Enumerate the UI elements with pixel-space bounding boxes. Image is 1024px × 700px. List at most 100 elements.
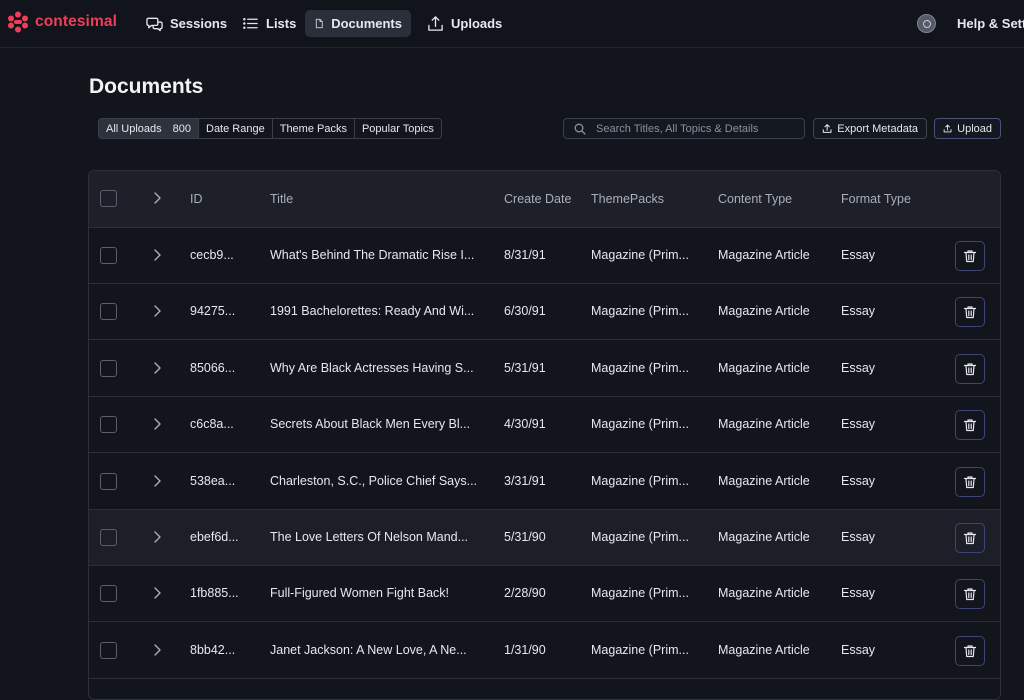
cell-create-date: 5/31/91 bbox=[504, 360, 546, 375]
table-row[interactable]: 538ea... Charleston, S.C., Police Chief S… bbox=[89, 454, 1000, 510]
document-icon bbox=[315, 18, 323, 29]
cell-title[interactable]: What's Behind The Dramatic Rise I... bbox=[270, 248, 474, 262]
row-checkbox[interactable] bbox=[100, 529, 117, 546]
delete-button[interactable] bbox=[955, 579, 985, 610]
col-header-id[interactable]: ID bbox=[190, 192, 203, 206]
trash-icon bbox=[963, 475, 977, 488]
tab-all-uploads-label: All Uploads bbox=[106, 122, 162, 135]
nav-uploads-label: Uploads bbox=[451, 16, 503, 31]
chevron-right-icon[interactable] bbox=[151, 643, 163, 657]
cell-title[interactable]: The Love Letters Of Nelson Mand... bbox=[270, 530, 468, 544]
chevron-right-icon[interactable] bbox=[151, 417, 163, 431]
delete-button[interactable] bbox=[955, 410, 985, 441]
cell-title[interactable]: 1991 Bachelorettes: Ready And Wi... bbox=[270, 304, 474, 318]
chevron-right-icon[interactable] bbox=[151, 474, 163, 488]
row-checkbox[interactable] bbox=[100, 247, 117, 264]
cell-create-date: 3/31/91 bbox=[504, 473, 546, 488]
col-header-content-type[interactable]: Content Type bbox=[718, 192, 792, 206]
delete-button[interactable] bbox=[955, 635, 985, 666]
user-icon bbox=[922, 19, 931, 28]
trash-icon bbox=[963, 588, 977, 601]
expand-all-chevron-icon[interactable] bbox=[151, 191, 163, 205]
nav-sessions[interactable]: Sessions bbox=[137, 10, 236, 37]
nav-uploads[interactable]: Uploads bbox=[418, 10, 511, 37]
search-input[interactable] bbox=[596, 122, 796, 135]
trash-icon bbox=[963, 532, 977, 545]
nav-sessions-label: Sessions bbox=[170, 16, 228, 31]
cell-title[interactable]: Janet Jackson: A New Love, A Ne... bbox=[270, 643, 467, 657]
upload-icon bbox=[428, 16, 443, 31]
cell-content-type: Magazine Article bbox=[718, 304, 810, 319]
table-row[interactable]: c6c8a... Secrets About Black Men Every Bl… bbox=[89, 397, 1000, 454]
cell-themepacks: Magazine (Prim... bbox=[591, 304, 689, 319]
cell-create-date: 4/30/91 bbox=[504, 417, 546, 432]
delete-button[interactable] bbox=[955, 241, 985, 271]
cell-create-date: 2/28/90 bbox=[504, 586, 546, 601]
table-row[interactable]: 85066... Why Are Black Actresses Having S… bbox=[89, 341, 1000, 397]
search-box[interactable] bbox=[563, 118, 805, 139]
col-header-format-type[interactable]: Format Type bbox=[841, 192, 911, 206]
contesimal-logo-icon bbox=[8, 11, 28, 33]
chevron-right-icon[interactable] bbox=[151, 530, 163, 544]
row-checkbox[interactable] bbox=[100, 416, 117, 434]
row-checkbox[interactable] bbox=[100, 585, 117, 603]
cell-title[interactable]: Charleston, S.C., Police Chief Says... bbox=[270, 474, 477, 488]
tab-date-range[interactable]: Date Range bbox=[199, 119, 273, 138]
table-row[interactable]: ebef6d... The Love Letters Of Nelson Mand… bbox=[89, 510, 1000, 566]
cell-title[interactable]: Secrets About Black Men Every Bl... bbox=[270, 417, 470, 431]
delete-button[interactable] bbox=[955, 523, 985, 553]
brand-name: contesimal bbox=[35, 13, 117, 30]
cell-create-date: 6/30/91 bbox=[504, 304, 546, 319]
tab-all-uploads[interactable]: All Uploads 800 bbox=[99, 119, 199, 138]
row-checkbox[interactable] bbox=[100, 359, 117, 377]
page-title: Documents bbox=[89, 75, 204, 98]
delete-button[interactable] bbox=[955, 466, 985, 497]
chevron-right-icon[interactable] bbox=[151, 361, 163, 375]
trash-icon bbox=[963, 250, 977, 263]
cell-id: 8bb42... bbox=[190, 642, 236, 657]
col-header-themepacks[interactable]: ThemePacks bbox=[591, 192, 664, 206]
export-metadata-label: Export Metadata bbox=[837, 122, 918, 135]
cell-themepacks: Magazine (Prim... bbox=[591, 642, 689, 657]
table-row[interactable]: 8bb42... Janet Jackson: A New Love, A Ne.… bbox=[89, 623, 1000, 679]
cell-create-date: 8/31/91 bbox=[504, 248, 546, 262]
select-all-checkbox[interactable] bbox=[100, 190, 117, 207]
col-header-title[interactable]: Title bbox=[270, 192, 293, 206]
search-icon bbox=[574, 123, 586, 135]
cell-title[interactable]: Why Are Black Actresses Having S... bbox=[270, 361, 474, 375]
chevron-right-icon[interactable] bbox=[151, 248, 163, 262]
table-row[interactable]: 94275... 1991 Bachelorettes: Ready And Wi… bbox=[89, 284, 1000, 341]
table-row[interactable]: cecb9... What's Behind The Dramatic Rise … bbox=[89, 228, 1000, 284]
export-metadata-button[interactable]: Export Metadata bbox=[813, 118, 927, 139]
documents-table: ID Title Create Date ThemePacks Content … bbox=[88, 170, 1001, 700]
upload-button[interactable]: Upload bbox=[934, 118, 1001, 139]
trash-icon bbox=[963, 306, 977, 319]
cell-format-type: Essay bbox=[841, 248, 876, 262]
row-checkbox[interactable] bbox=[100, 303, 117, 321]
tab-popular-topics[interactable]: Popular Topics bbox=[355, 119, 441, 138]
delete-button[interactable] bbox=[955, 353, 985, 384]
cell-title[interactable]: Full-Figured Women Fight Back! bbox=[270, 586, 449, 600]
cell-content-type: Magazine Article bbox=[718, 473, 810, 488]
cell-format-type: Essay bbox=[841, 586, 876, 601]
row-checkbox[interactable] bbox=[100, 472, 117, 490]
cell-format-type: Essay bbox=[841, 473, 876, 488]
table-row[interactable]: 1fb885... Full-Figured Women Fight Back! 2… bbox=[89, 566, 1000, 623]
cell-themepacks: Magazine (Prim... bbox=[591, 248, 689, 262]
cell-id: 538ea... bbox=[190, 473, 236, 488]
delete-button[interactable] bbox=[955, 297, 985, 328]
avatar[interactable] bbox=[917, 14, 936, 33]
chevron-right-icon[interactable] bbox=[151, 304, 163, 318]
nav-lists[interactable]: Lists bbox=[233, 10, 305, 37]
row-checkbox[interactable] bbox=[100, 641, 117, 659]
col-header-create-date[interactable]: Create Date bbox=[504, 192, 571, 206]
help-settings-link[interactable]: Help & Setti bbox=[957, 16, 1024, 31]
tab-theme-packs[interactable]: Theme Packs bbox=[273, 119, 355, 138]
cell-id: cecb9... bbox=[190, 248, 234, 262]
brand[interactable]: contesimal bbox=[7, 10, 117, 34]
chevron-right-icon[interactable] bbox=[151, 586, 163, 600]
cell-format-type: Essay bbox=[841, 530, 876, 544]
nav-documents[interactable]: Documents bbox=[305, 10, 411, 37]
cell-id: 94275... bbox=[190, 304, 236, 319]
cell-id: 1fb885... bbox=[190, 586, 239, 601]
